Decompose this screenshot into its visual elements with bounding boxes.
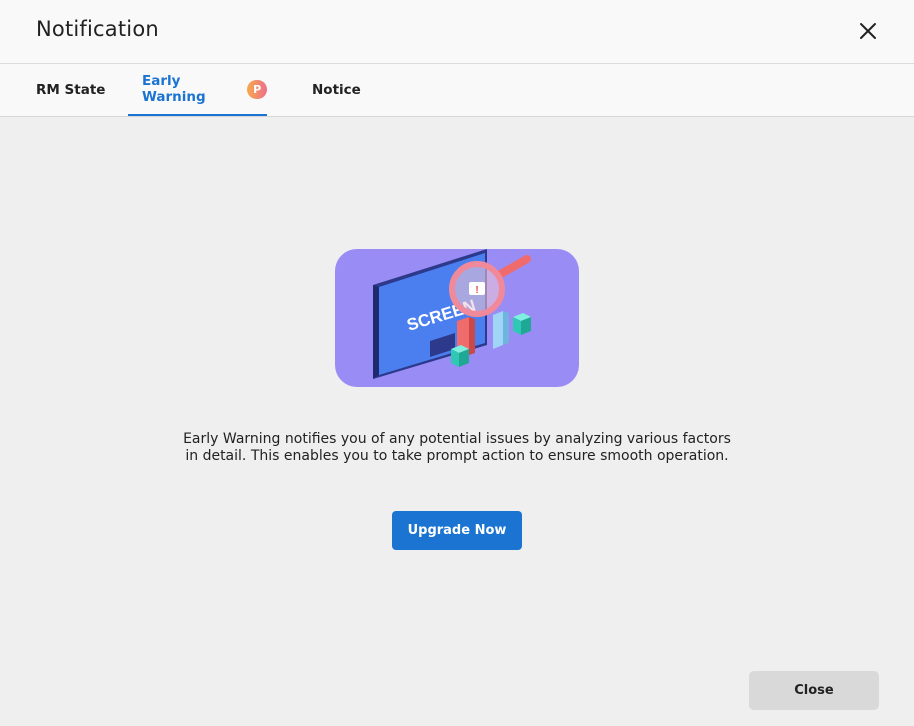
tab-notice[interactable]: Notice (312, 64, 361, 116)
tab-rm-state[interactable]: RM State (36, 64, 105, 116)
notification-dialog: Notification RM State Early Warning P No… (0, 0, 914, 726)
upgrade-now-button[interactable]: Upgrade Now (392, 511, 522, 550)
tab-early-warning[interactable]: Early Warning P (128, 64, 267, 116)
tab-bar: RM State Early Warning P Notice (0, 64, 914, 117)
feature-description: Early Warning notifies you of any potent… (183, 431, 731, 464)
svg-text:!: ! (475, 285, 478, 296)
dialog-title: Notification (36, 17, 159, 41)
premium-badge: P (247, 79, 267, 99)
dialog-header: Notification (0, 0, 914, 64)
tab-label: Notice (312, 82, 361, 98)
close-icon[interactable] (856, 19, 880, 43)
close-button[interactable]: Close (749, 671, 879, 710)
monitor-magnifier-illustration: SCREEN ! (335, 249, 579, 387)
tab-label: Early Warning (142, 73, 206, 105)
tab-label: RM State (36, 82, 106, 98)
